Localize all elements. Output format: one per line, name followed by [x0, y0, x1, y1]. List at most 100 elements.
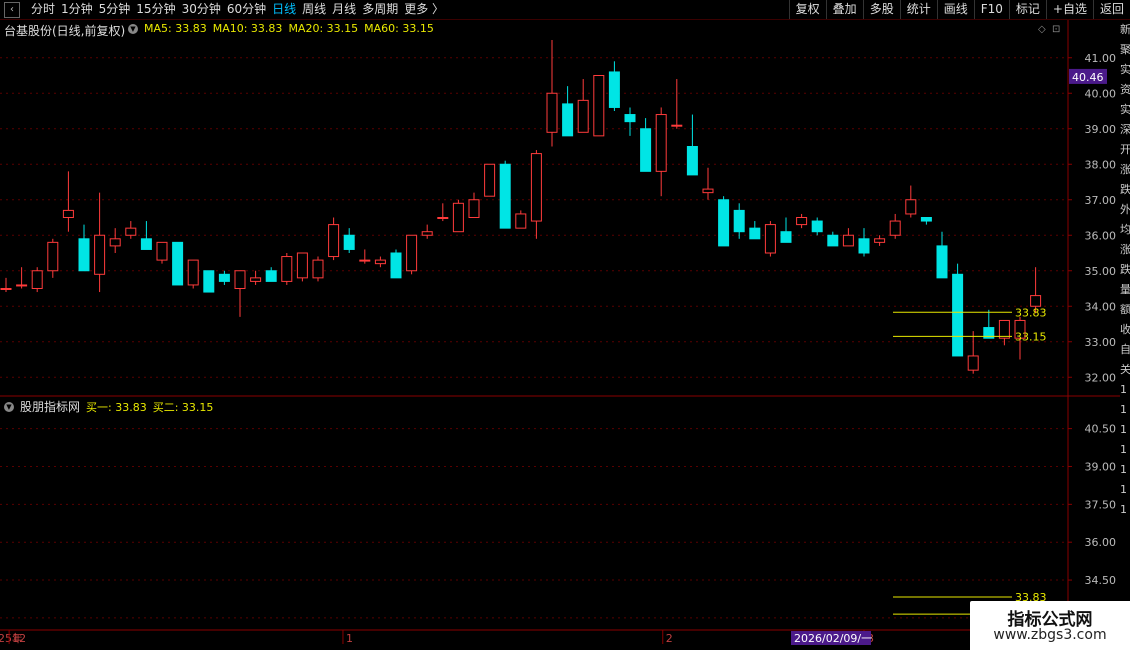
candle-body-22 — [343, 234, 355, 250]
price-tag-bg — [1069, 68, 1107, 84]
right-col-char-17: 关 — [1120, 363, 1130, 376]
right-col-char-3: 资 — [1120, 83, 1130, 96]
sub-tick-label-2: 36.00 — [1085, 536, 1117, 549]
candle-body-49 — [764, 224, 776, 254]
candle-body-4 — [62, 209, 74, 218]
indicator-label-1: 买二: 33.15 — [152, 400, 214, 414]
right-col-char-5: 深 — [1120, 123, 1130, 136]
candle-body-3 — [47, 241, 59, 272]
diamond-icon[interactable]: ◇ — [1038, 24, 1046, 35]
tool-button-8[interactable]: 返回 — [1092, 0, 1130, 19]
candle-body-32 — [499, 163, 511, 229]
candle-body-41 — [640, 128, 652, 172]
candle-body-11 — [172, 241, 184, 286]
cursor-date-label: 2026/02/09/一 — [794, 632, 872, 645]
right-col-char-22: 1 — [1120, 463, 1127, 476]
main-tick-label-5: 37.00 — [1085, 194, 1117, 207]
candle-body-18 — [281, 256, 293, 282]
right-col-char-18: 1 — [1120, 383, 1127, 396]
time-label-3: 2 — [666, 632, 673, 645]
candle-body-8 — [125, 227, 137, 236]
candle-body-62 — [967, 355, 979, 371]
candle-body-9 — [140, 238, 152, 250]
ma-label-3: MA60: 33.15 — [364, 22, 434, 35]
candle-body-21 — [328, 224, 340, 258]
period-tab-10[interactable]: 更多 〉 — [401, 1, 447, 18]
candle-body-39 — [608, 71, 620, 108]
candle-body-43 — [671, 124, 683, 127]
main-tick-label-2: 34.00 — [1085, 300, 1117, 313]
candle-body-60 — [936, 245, 948, 279]
candle-body-57 — [889, 220, 901, 236]
candle-body-42 — [655, 114, 667, 172]
candle-body-52 — [811, 220, 823, 233]
indicator-label-0: 买一: 33.83 — [86, 400, 147, 414]
main-tick-label-8: 40.00 — [1085, 87, 1117, 100]
tool-button-1[interactable]: 叠加 — [825, 0, 863, 19]
candle-body-28 — [437, 217, 449, 219]
candle-body-25 — [390, 252, 402, 279]
candle-body-59 — [920, 217, 932, 222]
tool-button-3[interactable]: 统计 — [899, 0, 937, 19]
sub-tick-label-5: 40.50 — [1085, 423, 1117, 436]
tool-button-0[interactable]: 复权 — [788, 0, 826, 19]
period-tab-3[interactable]: 15分钟 — [133, 1, 178, 18]
candle-body-26 — [406, 234, 418, 272]
candle-body-50 — [780, 231, 792, 243]
period-tab-2[interactable]: 5分钟 — [96, 1, 134, 18]
price-tag-label: 40.46 — [1072, 71, 1104, 84]
candle-body-53 — [827, 234, 839, 247]
chart-canvas[interactable]: 32.00 33.00 34.00 35.00 36.00 37.00 38.00 39.00… — [0, 0, 1130, 650]
candle-body-54 — [842, 234, 854, 247]
period-tab-4[interactable]: 30分钟 — [179, 1, 224, 18]
indicator-settings-icon[interactable]: ▼ — [4, 401, 14, 412]
back-arrow-icon[interactable]: ‹ — [4, 2, 20, 18]
period-tab-7[interactable]: 周线 — [299, 1, 329, 18]
right-col-char-21: 1 — [1120, 443, 1127, 456]
indicator-panel-header: ▼ 股朋指标网 买一: 33.83 买二: 33.15 — [4, 398, 213, 415]
right-col-char-10: 均 — [1120, 223, 1130, 236]
candle-body-1 — [16, 284, 28, 287]
candle-body-48 — [749, 227, 761, 240]
time-label-2: 1 — [346, 632, 353, 645]
tool-button-5[interactable]: F10 — [973, 0, 1009, 19]
tool-button-4[interactable]: 画线 — [936, 0, 974, 19]
main-tick-label-1: 33.00 — [1085, 336, 1117, 349]
candle-body-13 — [203, 270, 215, 293]
settings-circle-icon[interactable]: ▼ — [128, 23, 138, 34]
candle-body-40 — [624, 114, 636, 123]
right-col-char-6: 开 — [1120, 143, 1130, 156]
candle-body-46 — [718, 199, 730, 247]
period-tab-1[interactable]: 1分钟 — [58, 1, 96, 18]
right-col-char-1: 聚 — [1120, 43, 1130, 56]
main-hline-label-0: 33.83 — [1015, 306, 1047, 319]
lock-icon[interactable]: ⊡ — [1052, 24, 1060, 35]
candle-body-63 — [983, 327, 995, 339]
candle-body-45 — [702, 188, 714, 194]
right-col-char-19: 1 — [1120, 403, 1127, 416]
tool-button-6[interactable]: 标记 — [1008, 0, 1046, 19]
period-tab-6[interactable]: 日线 — [269, 1, 299, 18]
ma-label-0: MA5: 33.83 — [144, 22, 207, 35]
candle-body-19 — [296, 252, 308, 279]
right-col-char-9: 外 — [1120, 203, 1130, 216]
right-col-char-16: 自 — [1120, 343, 1130, 356]
candle-body-31 — [484, 163, 496, 197]
tool-button-2[interactable]: 多股 — [862, 0, 900, 19]
main-hline-label-1: 33.15 — [1015, 330, 1047, 343]
candle-body-17 — [265, 270, 277, 282]
candle-body-29 — [452, 202, 464, 233]
candle-body-47 — [733, 209, 745, 233]
candle-body-36 — [562, 103, 574, 137]
cursor-date-bg — [791, 631, 871, 645]
right-col-char-2: 实 — [1120, 63, 1130, 76]
period-tab-8[interactable]: 月线 — [329, 1, 359, 18]
right-col-char-4: 实 — [1120, 103, 1130, 116]
right-col-char-12: 跌 — [1120, 263, 1130, 276]
period-tab-9[interactable]: 多周期 — [359, 1, 401, 18]
candle-body-38 — [593, 75, 605, 137]
period-tab-0[interactable]: 分时 — [28, 1, 58, 18]
tool-button-7[interactable]: +自选 — [1045, 0, 1093, 19]
time-label-0: 2025年 — [0, 631, 23, 645]
period-tab-5[interactable]: 60分钟 — [224, 1, 269, 18]
